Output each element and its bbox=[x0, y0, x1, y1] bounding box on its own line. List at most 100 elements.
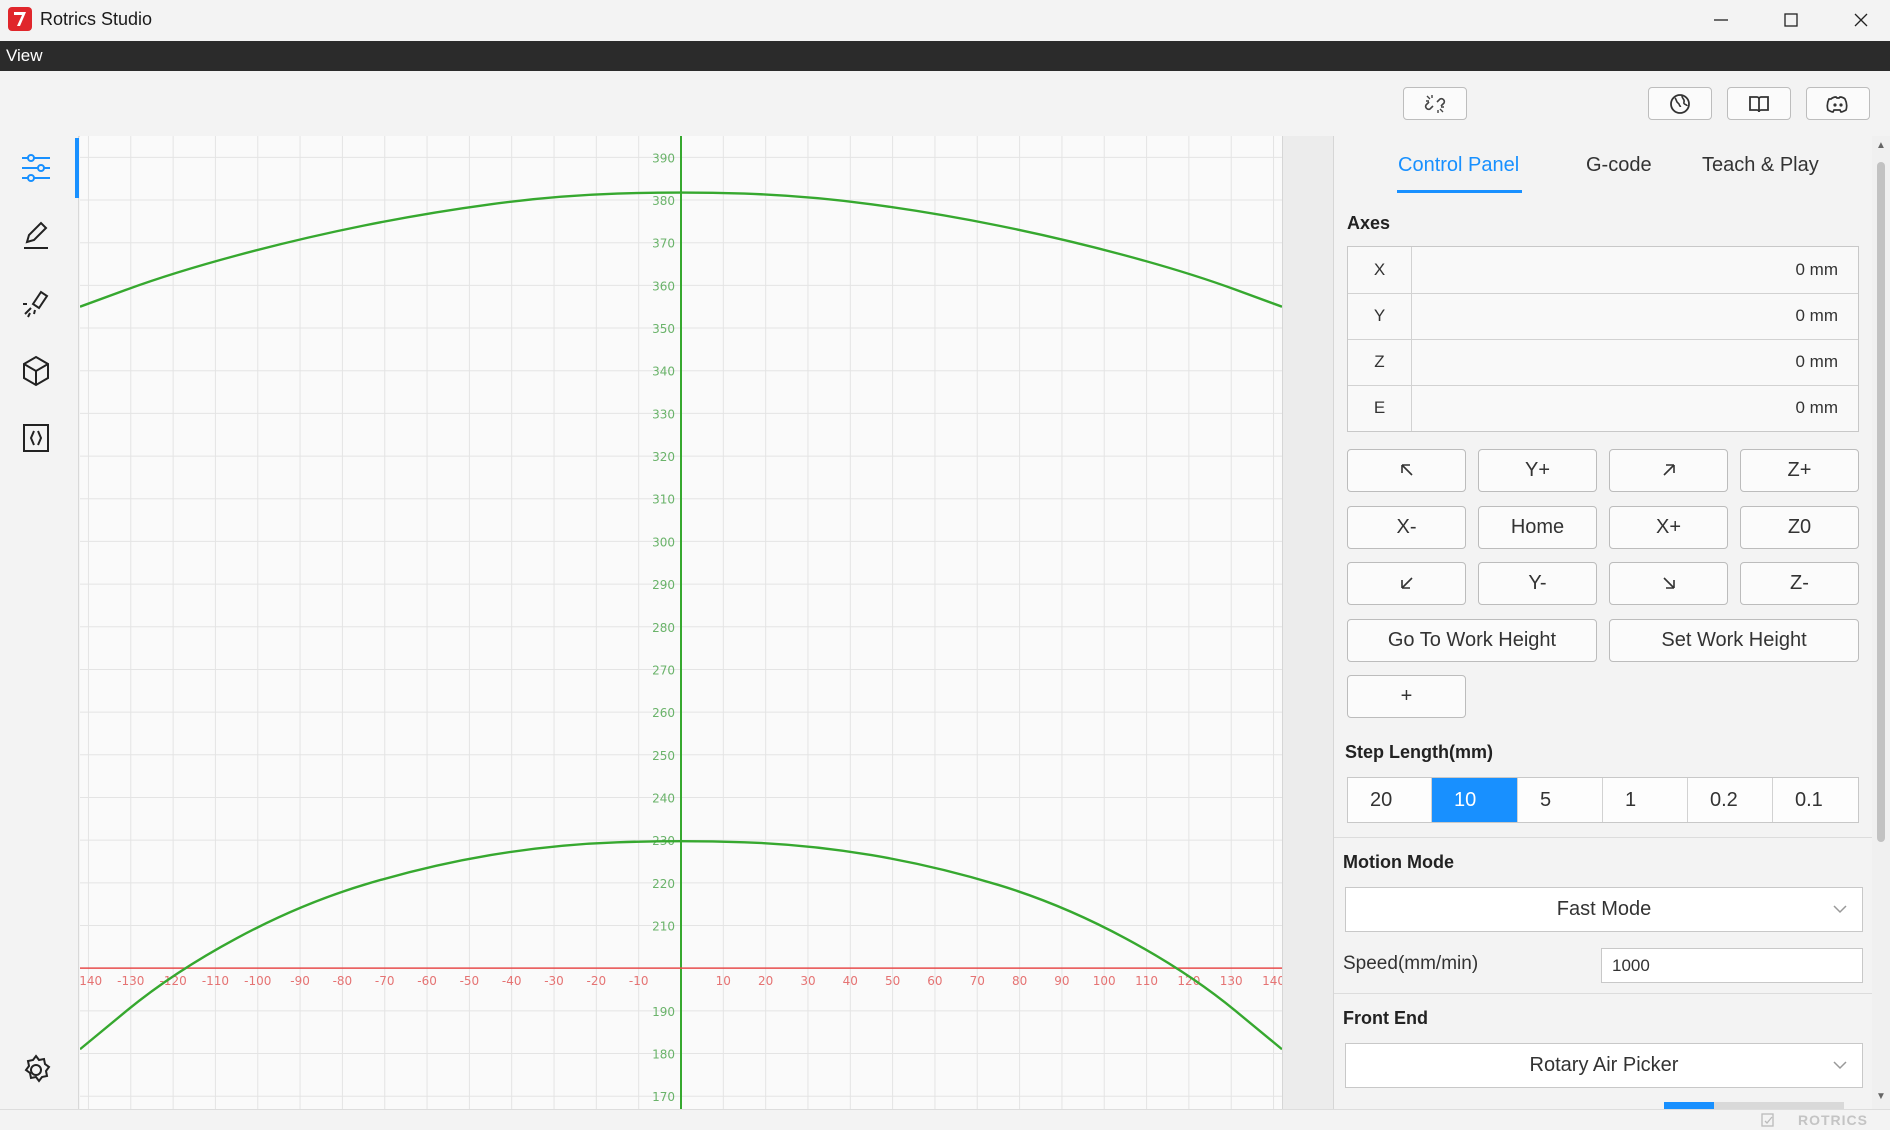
discord-button[interactable] bbox=[1806, 87, 1870, 120]
active-tab-underline bbox=[1397, 190, 1522, 193]
jog-y-plus-button[interactable]: Y+ bbox=[1478, 449, 1597, 492]
x-tick-label: 30 bbox=[800, 974, 815, 988]
jog-z-plus-button[interactable]: Z+ bbox=[1740, 449, 1859, 492]
y-tick-label: 320 bbox=[652, 450, 675, 464]
y-tick-label: 210 bbox=[652, 919, 675, 933]
jog-up-left-button[interactable] bbox=[1347, 449, 1466, 492]
disconnect-button[interactable] bbox=[1403, 87, 1467, 120]
scroll-thumb[interactable] bbox=[1877, 162, 1885, 842]
x-tick-label: -40 bbox=[502, 974, 522, 988]
jog-x-plus-button[interactable]: X+ bbox=[1609, 506, 1728, 549]
tab-control-panel[interactable]: Control Panel bbox=[1398, 154, 1519, 177]
y-tick-label: 360 bbox=[652, 279, 675, 293]
x-tick-label: -110 bbox=[202, 974, 229, 988]
workspace-canvas[interactable]: 390 380 370 360 350 340 330 320 310 300 290 280 270 2… bbox=[75, 136, 1285, 1109]
y-tick-label: 330 bbox=[652, 407, 675, 421]
front-end-select[interactable]: Rotary Air Picker bbox=[1345, 1043, 1863, 1088]
scroll-down-icon[interactable]: ▼ bbox=[1876, 1091, 1886, 1102]
arrow-up-left-icon bbox=[1401, 464, 1413, 476]
x-tick-label: -50 bbox=[460, 974, 480, 988]
sidebar-item-code[interactable] bbox=[0, 407, 78, 467]
x-tick-label: 40 bbox=[843, 974, 858, 988]
brand-logo: ROTRICS bbox=[1798, 1112, 1868, 1128]
sidebar-item-write-draw[interactable] bbox=[0, 204, 78, 264]
jog-up-right-button[interactable] bbox=[1609, 449, 1728, 492]
y-tick-label: 370 bbox=[652, 237, 675, 251]
x-tick-label: 140 bbox=[1262, 974, 1282, 988]
menu-view[interactable]: View bbox=[6, 46, 43, 66]
speed-label: Speed(mm/min) bbox=[1343, 953, 1479, 974]
app-logo-icon bbox=[8, 7, 32, 31]
step-option-1[interactable]: 1 bbox=[1603, 778, 1688, 822]
set-work-height-button[interactable]: Set Work Height bbox=[1609, 619, 1859, 662]
home-button[interactable]: Home bbox=[1478, 506, 1597, 549]
panel-scrollbar[interactable]: ▲ ▼ bbox=[1872, 136, 1890, 1109]
language-icon bbox=[1670, 94, 1690, 114]
discord-icon bbox=[1826, 96, 1848, 113]
step-option-5[interactable]: 5 bbox=[1518, 778, 1603, 822]
motion-mode-title: Motion Mode bbox=[1343, 852, 1454, 872]
tab-teach-play[interactable]: Teach & Play bbox=[1702, 154, 1819, 177]
y-tick-label: 280 bbox=[652, 621, 675, 635]
language-button[interactable] bbox=[1648, 87, 1712, 120]
section-divider bbox=[1334, 993, 1872, 994]
jog-down-left-button[interactable] bbox=[1347, 562, 1466, 605]
front-end-value: Rotary Air Picker bbox=[1529, 1054, 1679, 1076]
jog-down-right-button[interactable] bbox=[1609, 562, 1728, 605]
y-tick-label: 290 bbox=[652, 578, 675, 592]
menu-bar: View bbox=[0, 41, 1890, 71]
z-zero-button[interactable]: Z0 bbox=[1740, 506, 1859, 549]
motion-mode-select[interactable]: Fast Mode bbox=[1345, 887, 1863, 932]
control-panel-icon bbox=[22, 154, 50, 182]
maximize-button[interactable] bbox=[1756, 0, 1826, 41]
y-tick-label: 300 bbox=[652, 535, 675, 549]
axes-row-y: Y 0 mm bbox=[1348, 293, 1858, 340]
axes-title: Axes bbox=[1347, 213, 1391, 233]
sidebar-item-control-panel[interactable] bbox=[0, 137, 79, 198]
guide-book-icon bbox=[1749, 96, 1769, 113]
axes-row-x: X 0 mm bbox=[1348, 247, 1858, 294]
step-option-0-1[interactable]: 0.1 bbox=[1773, 778, 1858, 822]
step-option-10[interactable]: 10 bbox=[1432, 778, 1518, 822]
arrow-down-right-icon bbox=[1663, 577, 1675, 589]
active-indicator bbox=[75, 138, 79, 198]
add-button[interactable]: + bbox=[1347, 675, 1466, 718]
left-sidebar bbox=[0, 136, 79, 1109]
chevron-down-icon bbox=[1833, 1061, 1847, 1070]
x-tick-label: 90 bbox=[1054, 974, 1069, 988]
sidebar-item-laser[interactable] bbox=[0, 272, 78, 332]
x-tick-label: 70 bbox=[970, 974, 985, 988]
close-button[interactable] bbox=[1826, 0, 1890, 41]
y-tick-label: 180 bbox=[652, 1048, 675, 1062]
status-bar: ROTRICS bbox=[0, 1109, 1890, 1130]
y-tick-label: 340 bbox=[652, 365, 675, 379]
window-title: Rotrics Studio bbox=[40, 9, 153, 29]
sidebar-item-settings[interactable] bbox=[0, 1039, 78, 1099]
jog-y-minus-button[interactable]: Y- bbox=[1478, 562, 1597, 605]
sidebar-item-3d-print[interactable] bbox=[0, 340, 78, 400]
y-tick-label: 390 bbox=[652, 151, 675, 165]
x-tick-label: 110 bbox=[1135, 974, 1158, 988]
y-tick-label: 350 bbox=[652, 322, 675, 336]
edit-icon bbox=[1761, 1113, 1774, 1127]
x-tick-label: -100 bbox=[244, 974, 271, 988]
scroll-up-icon[interactable]: ▲ bbox=[1876, 140, 1886, 151]
x-tick-label: -80 bbox=[333, 974, 353, 988]
sub-tab-track bbox=[1714, 1102, 1844, 1109]
step-length-group: 20 10 5 1 0.2 0.1 bbox=[1347, 777, 1859, 823]
axes-table: X 0 mm Y 0 mm Z 0 mm E 0 mm bbox=[1347, 246, 1859, 432]
jog-x-minus-button[interactable]: X- bbox=[1347, 506, 1466, 549]
jog-z-minus-button[interactable]: Z- bbox=[1740, 562, 1859, 605]
minimize-button[interactable] bbox=[1686, 0, 1756, 41]
go-to-work-height-button[interactable]: Go To Work Height bbox=[1347, 619, 1597, 662]
maximize-icon bbox=[1784, 13, 1798, 27]
step-option-20[interactable]: 20 bbox=[1348, 778, 1432, 822]
tab-gcode[interactable]: G-code bbox=[1586, 154, 1652, 177]
laser-icon bbox=[23, 290, 49, 318]
y-tick-label: 270 bbox=[652, 663, 675, 677]
step-option-0-2[interactable]: 0.2 bbox=[1688, 778, 1773, 822]
speed-input[interactable] bbox=[1601, 948, 1863, 983]
guide-book-button[interactable] bbox=[1727, 87, 1791, 120]
code-icon bbox=[23, 424, 49, 452]
x-tick-label: -140 bbox=[80, 974, 102, 988]
